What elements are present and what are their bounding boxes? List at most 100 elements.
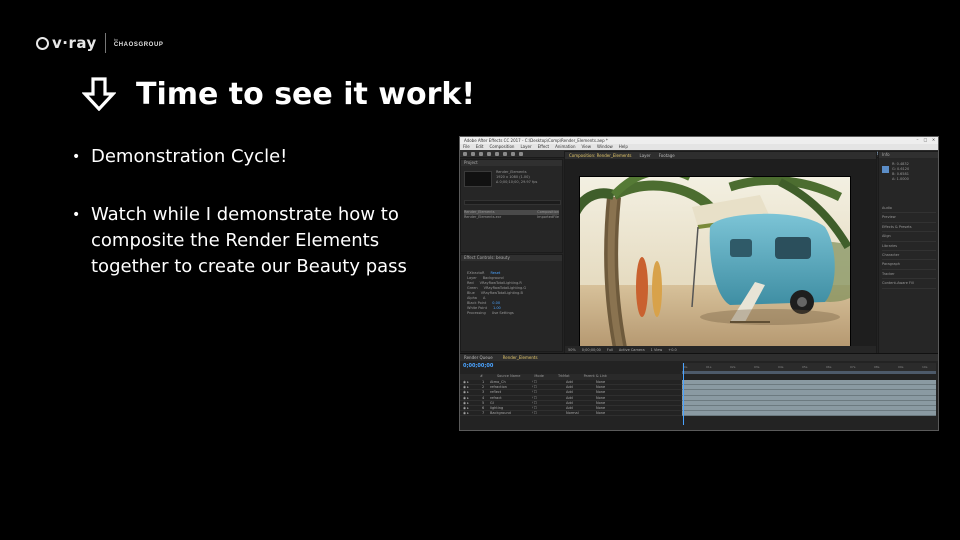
panel-content-aware-fill[interactable]: Content-Aware Fill: [882, 279, 936, 289]
layer-switches[interactable]: ⁄ ☐: [532, 390, 566, 394]
layer-name[interactable]: reflect: [490, 390, 532, 394]
ruler-tick: 02s: [730, 365, 736, 369]
layer-name[interactable]: lighting: [490, 406, 532, 410]
ruler-tick: 07s: [850, 365, 856, 369]
tab-composition[interactable]: Composition: Render_Elements: [569, 152, 631, 159]
layer-number: 3: [482, 390, 485, 395]
layer-switches[interactable]: ⁄ ☐: [532, 385, 566, 389]
layer-mode[interactable]: Normal: [566, 411, 596, 415]
minimize-icon[interactable]: –: [915, 138, 920, 142]
panel-libraries[interactable]: Libraries: [882, 242, 936, 252]
timeline-timecode[interactable]: 0;00;00;00: [463, 363, 493, 369]
info-panel-title[interactable]: Info: [879, 152, 938, 158]
tab-render-queue[interactable]: Render Queue: [464, 354, 493, 361]
project-thumbnail: [464, 171, 492, 187]
maximize-icon[interactable]: □: [923, 138, 928, 142]
hand-tool-icon[interactable]: [479, 151, 483, 156]
zoom-level[interactable]: 50%: [568, 348, 576, 352]
text-tool-icon[interactable]: [519, 151, 523, 156]
work-area-bar[interactable]: [682, 371, 936, 374]
layer-number: 4: [482, 395, 485, 400]
layer-trkmat[interactable]: None: [596, 380, 626, 384]
effect-property[interactable]: Processing Use Settings: [467, 311, 558, 316]
time-ruler[interactable]: 0s 01s 02s 03s 04s 05s 06s 07s 08s 09s 1…: [682, 363, 936, 371]
visibility-eye-icon[interactable]: ◉ ▸: [460, 380, 482, 384]
column-header: Mode: [534, 374, 544, 378]
layer-mode[interactable]: Add: [566, 406, 596, 410]
layer-name[interactable]: Atmo_Ch: [490, 380, 532, 384]
layer-switches[interactable]: ⁄ ☐: [532, 406, 566, 410]
ruler-tick: 06s: [826, 365, 832, 369]
layer-trkmat[interactable]: None: [596, 401, 626, 405]
view-layout-select[interactable]: 1 View: [651, 348, 663, 352]
tab-footage[interactable]: Footage: [659, 152, 675, 159]
project-items: Render_Elements Composition Render_Eleme…: [464, 210, 559, 220]
close-icon[interactable]: ✕: [931, 138, 936, 142]
panel-align[interactable]: Align: [882, 232, 936, 242]
ruler-tick: 0s: [684, 365, 688, 369]
layer-name[interactable]: GI: [490, 401, 532, 405]
exposure-value[interactable]: +0.0: [668, 348, 677, 352]
layer-row[interactable]: ◉ ▸ 7 Background ⁄ ☐ Normal None: [460, 411, 682, 417]
camera-select[interactable]: Active Camera: [619, 348, 645, 352]
layer-mode[interactable]: Add: [566, 401, 596, 405]
camera-tool-icon[interactable]: [503, 151, 507, 156]
window-titlebar: Adobe After Effects CC 2017 - C:\Desktop…: [460, 137, 938, 144]
layer-mode[interactable]: Add: [566, 390, 596, 394]
layer-trkmat[interactable]: None: [596, 396, 626, 400]
panel-audio[interactable]: Audio: [882, 204, 936, 214]
panel-effects-presets[interactable]: Effects & Presets: [882, 223, 936, 233]
layer-mode[interactable]: Add: [566, 385, 596, 389]
project-search-input[interactable]: [464, 200, 561, 205]
zoom-tool-icon[interactable]: [487, 151, 491, 156]
layer-trkmat[interactable]: None: [596, 406, 626, 410]
layer-switches[interactable]: ⁄ ☐: [532, 401, 566, 405]
chaosgroup-logo: by CHAOSGROUP: [114, 38, 164, 49]
info-value: A: 1.0000: [892, 177, 909, 181]
visibility-eye-icon[interactable]: ◉ ▸: [460, 406, 482, 410]
effect-controls-title[interactable]: Effect Controls: beauty: [461, 255, 562, 261]
panel-tracker[interactable]: Tracker: [882, 270, 936, 280]
panel-paragraph[interactable]: Paragraph: [882, 260, 936, 270]
layer-name[interactable]: refract: [490, 396, 532, 400]
visibility-eye-icon[interactable]: ◉ ▸: [460, 411, 482, 415]
composition-viewer[interactable]: [579, 176, 851, 347]
layer-name[interactable]: Background: [490, 411, 532, 415]
effect-property-value[interactable]: Use Settings: [492, 311, 514, 316]
current-time-indicator[interactable]: [683, 363, 684, 425]
layer-trkmat[interactable]: None: [596, 411, 626, 415]
bullet-text: Demonstration Cycle!: [91, 146, 288, 167]
home-icon[interactable]: [463, 151, 467, 156]
project-info: Render_Elements 1920 x 1080 (1.00) Δ 0;0…: [496, 170, 537, 185]
layer-duration-bar[interactable]: [682, 411, 936, 417]
rotate-tool-icon[interactable]: [495, 151, 499, 156]
layer-switches[interactable]: ⁄ ☐: [532, 396, 566, 400]
timeline-tracks[interactable]: 0s 01s 02s 03s 04s 05s 06s 07s 08s 09s 1…: [682, 363, 936, 425]
panel-preview[interactable]: Preview: [882, 213, 936, 223]
current-time[interactable]: 0;00;00;00: [582, 348, 601, 352]
layer-trkmat[interactable]: None: [596, 390, 626, 394]
column-header: Parent & Link: [583, 374, 607, 378]
vray-logo: v·ray by CHAOSGROUP: [36, 32, 163, 54]
project-item[interactable]: Render_Elements.exr ImportedFile: [464, 215, 559, 220]
tab-layer[interactable]: Layer: [639, 152, 650, 159]
visibility-eye-icon[interactable]: ◉ ▸: [460, 390, 482, 394]
project-item-type: ImportedFile: [537, 215, 559, 219]
panel-character[interactable]: Character: [882, 251, 936, 261]
selection-tool-icon[interactable]: [471, 151, 475, 156]
layer-switches[interactable]: ⁄ ☐: [532, 380, 566, 384]
visibility-eye-icon[interactable]: ◉ ▸: [460, 385, 482, 389]
layer-mode[interactable]: Add: [566, 396, 596, 400]
layer-mode[interactable]: Add: [566, 380, 596, 384]
resolution-select[interactable]: Full: [607, 348, 613, 352]
layer-trkmat[interactable]: None: [596, 385, 626, 389]
visibility-eye-icon[interactable]: ◉ ▸: [460, 401, 482, 405]
pen-tool-icon[interactable]: [511, 151, 515, 156]
visibility-eye-icon[interactable]: ◉ ▸: [460, 396, 482, 400]
tab-timeline-comp[interactable]: Render_Elements: [503, 354, 538, 361]
bullet-item: • Watch while I demonstrate how to compo…: [72, 202, 444, 280]
layer-switches[interactable]: ⁄ ☐: [532, 411, 566, 415]
project-panel-title[interactable]: Project: [461, 160, 562, 166]
layer-name[interactable]: refraction: [490, 385, 532, 389]
effect-property-value[interactable]: VRayRawTotalLighting.B: [481, 291, 523, 296]
